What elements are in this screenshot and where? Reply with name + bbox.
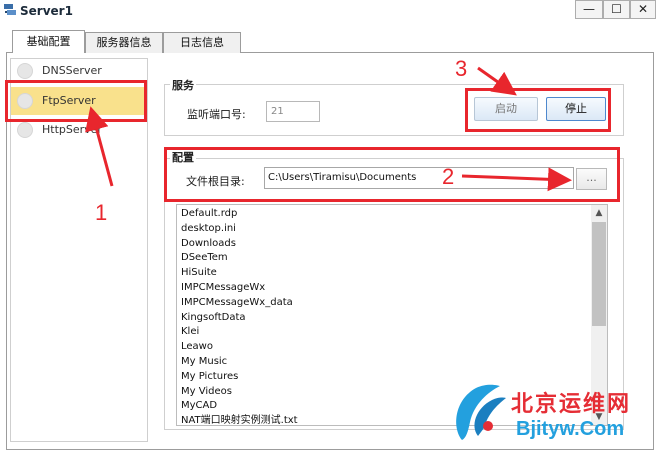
- list-item[interactable]: NAT端口映射实例测试.txt: [181, 414, 298, 425]
- list-item[interactable]: MyCAD: [181, 399, 298, 414]
- port-label: 监听端口号:: [187, 108, 246, 121]
- minimize-button[interactable]: —: [575, 0, 603, 19]
- tab-server-info[interactable]: 服务器信息: [85, 32, 163, 53]
- port-input[interactable]: 21: [266, 101, 320, 122]
- watermark-site-text: Bjityw.Com: [516, 418, 625, 440]
- list-item[interactable]: Default.rdp: [181, 207, 298, 222]
- app-icon: [3, 3, 17, 17]
- list-item[interactable]: DSeeTem: [181, 251, 298, 266]
- tab-basic-config[interactable]: 基础配置: [12, 30, 85, 53]
- annotation-label-3: 3: [455, 56, 468, 81]
- list-item[interactable]: My Pictures: [181, 370, 298, 385]
- server-item-label: DNSServer: [42, 64, 102, 77]
- annotation-label-2: 2: [442, 164, 455, 189]
- server-item-label: HttpServer: [42, 123, 102, 136]
- list-item[interactable]: desktop.ini: [181, 222, 298, 237]
- maximize-button[interactable]: ☐: [603, 0, 630, 19]
- server-status-icon: [17, 63, 33, 79]
- tab-log-info[interactable]: 日志信息: [163, 32, 241, 53]
- annotation-box-3: [465, 88, 611, 132]
- list-item[interactable]: My Videos: [181, 385, 298, 400]
- scrollbar-thumb[interactable]: [592, 222, 606, 326]
- list-item[interactable]: IMPCMessageWx: [181, 281, 298, 296]
- list-item[interactable]: IMPCMessageWx_data: [181, 296, 298, 311]
- scroll-up-icon[interactable]: ▲: [591, 205, 607, 221]
- list-item[interactable]: KingsoftData: [181, 311, 298, 326]
- close-button[interactable]: ✕: [630, 0, 656, 19]
- list-item[interactable]: My Music: [181, 355, 298, 370]
- annotation-label-1: 1: [95, 200, 108, 225]
- file-list-items: Default.rdp desktop.ini Downloads DSeeTe…: [181, 207, 298, 425]
- service-group-title: 服务: [170, 77, 196, 93]
- watermark-chinese-text: 北京运维网: [511, 391, 632, 417]
- title-bar: [0, 0, 656, 22]
- annotation-box-2: [164, 147, 620, 202]
- annotation-box-1: [5, 80, 147, 122]
- window-title: Server1: [20, 4, 73, 18]
- list-item[interactable]: Leawo: [181, 340, 298, 355]
- server-status-icon: [17, 122, 33, 138]
- list-item[interactable]: Downloads: [181, 237, 298, 252]
- list-item[interactable]: Klei: [181, 325, 298, 340]
- list-item[interactable]: HiSuite: [181, 266, 298, 281]
